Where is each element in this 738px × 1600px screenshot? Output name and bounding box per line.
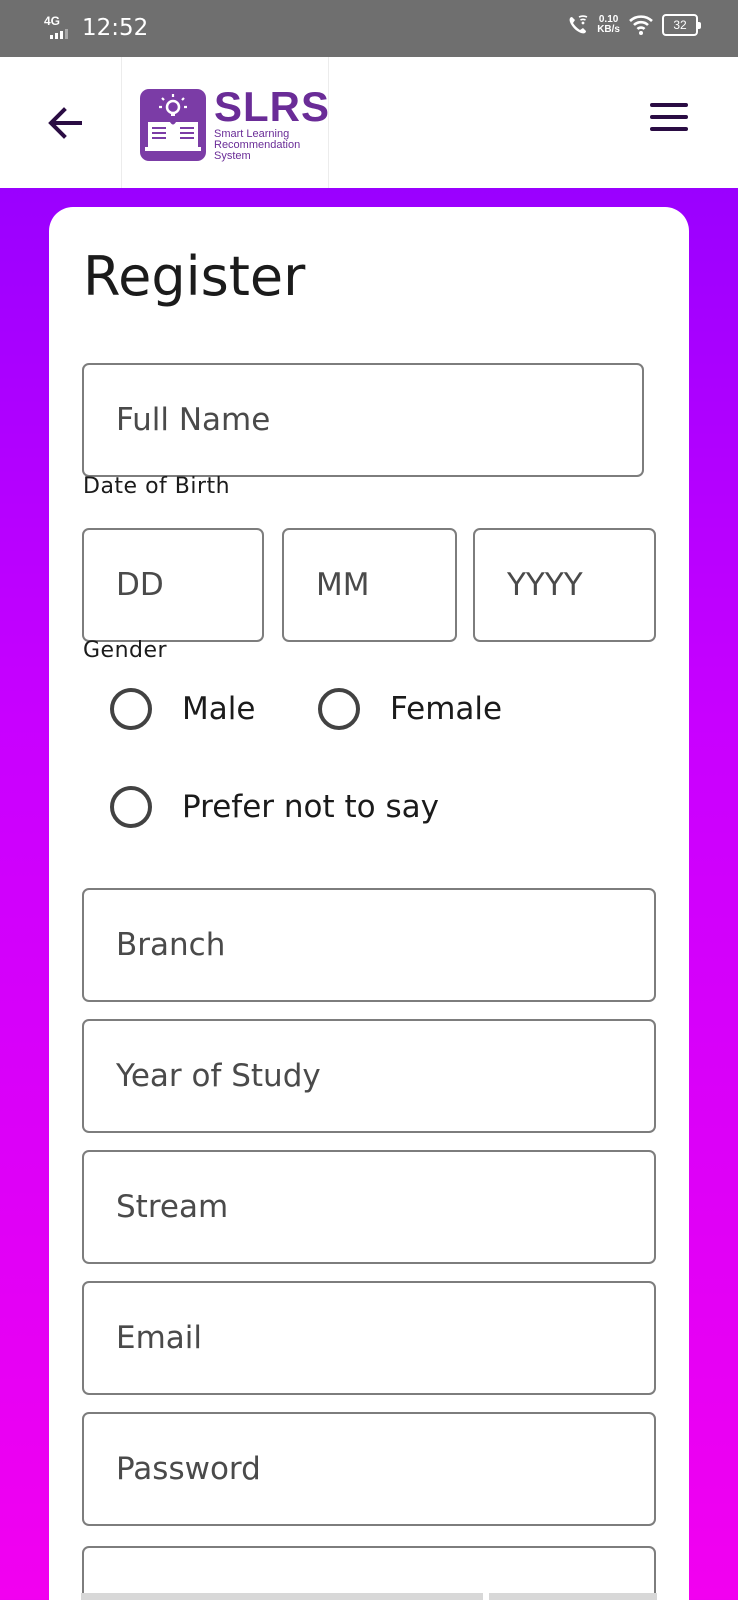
battery-level: 32 [673, 18, 687, 32]
status-bar: 4G 12:52 0.10 KB/s 32 [0, 0, 738, 57]
logo-title: SLRS [214, 83, 331, 130]
dob-month-input[interactable] [284, 530, 455, 640]
password-input[interactable] [84, 1414, 654, 1524]
register-card: Register Date of Birth Gender Male Femal… [49, 207, 689, 1600]
year-of-study-input[interactable] [84, 1021, 654, 1131]
status-time: 12:52 [82, 15, 149, 41]
back-button[interactable] [44, 101, 88, 145]
radio-unchecked-icon [110, 786, 152, 828]
status-right: 0.10 KB/s 32 [567, 14, 701, 36]
app-logo: SLRS Smart Learning Recommendation Syste… [121, 57, 329, 188]
dob-label: Date of Birth [83, 474, 231, 499]
password-field [82, 1412, 656, 1526]
stream-field [82, 1150, 656, 1264]
gender-radio-male[interactable]: Male [110, 688, 255, 730]
network-speed: 0.10 KB/s [597, 14, 620, 35]
radio-unchecked-icon [110, 688, 152, 730]
logo-book-icon [140, 89, 206, 161]
gender-option-label: Female [390, 691, 503, 727]
dob-day-input[interactable] [84, 530, 262, 640]
hamburger-menu-icon [650, 103, 694, 131]
full-name-input[interactable] [84, 365, 642, 475]
gender-radio-female[interactable]: Female [318, 688, 502, 730]
dob-day-field [82, 528, 264, 642]
menu-button[interactable] [650, 103, 694, 143]
signal-icon: 4G [44, 14, 74, 42]
app-bar: SLRS Smart Learning Recommendation Syste… [0, 57, 738, 188]
confirm-password-field [82, 1546, 656, 1600]
email-input[interactable] [84, 1283, 654, 1393]
wifi-icon [629, 15, 653, 35]
status-left: 4G 12:52 [44, 14, 148, 42]
arrow-left-icon [48, 107, 82, 139]
battery-icon: 32 [662, 14, 701, 36]
gender-radio-prefer-not[interactable]: Prefer not to say [110, 786, 439, 828]
network-type: 4G [44, 14, 61, 28]
bottom-toolbar-strip [81, 1593, 657, 1600]
gender-option-label: Prefer not to say [182, 789, 439, 825]
radio-unchecked-icon [318, 688, 360, 730]
dob-month-field [282, 528, 457, 642]
year-of-study-field [82, 1019, 656, 1133]
full-name-field [82, 363, 644, 477]
wifi-calling-icon [569, 15, 588, 34]
gender-option-label: Male [182, 691, 256, 727]
email-field [82, 1281, 656, 1395]
branch-field [82, 888, 656, 1002]
dob-year-input[interactable] [475, 530, 654, 640]
page-title: Register [83, 245, 306, 308]
gender-label: Gender [83, 638, 168, 663]
logo-subtitle: Smart Learning Recommendation System [214, 128, 301, 162]
branch-input[interactable] [84, 890, 654, 1000]
dob-year-field [473, 528, 656, 642]
stream-input[interactable] [84, 1152, 654, 1262]
